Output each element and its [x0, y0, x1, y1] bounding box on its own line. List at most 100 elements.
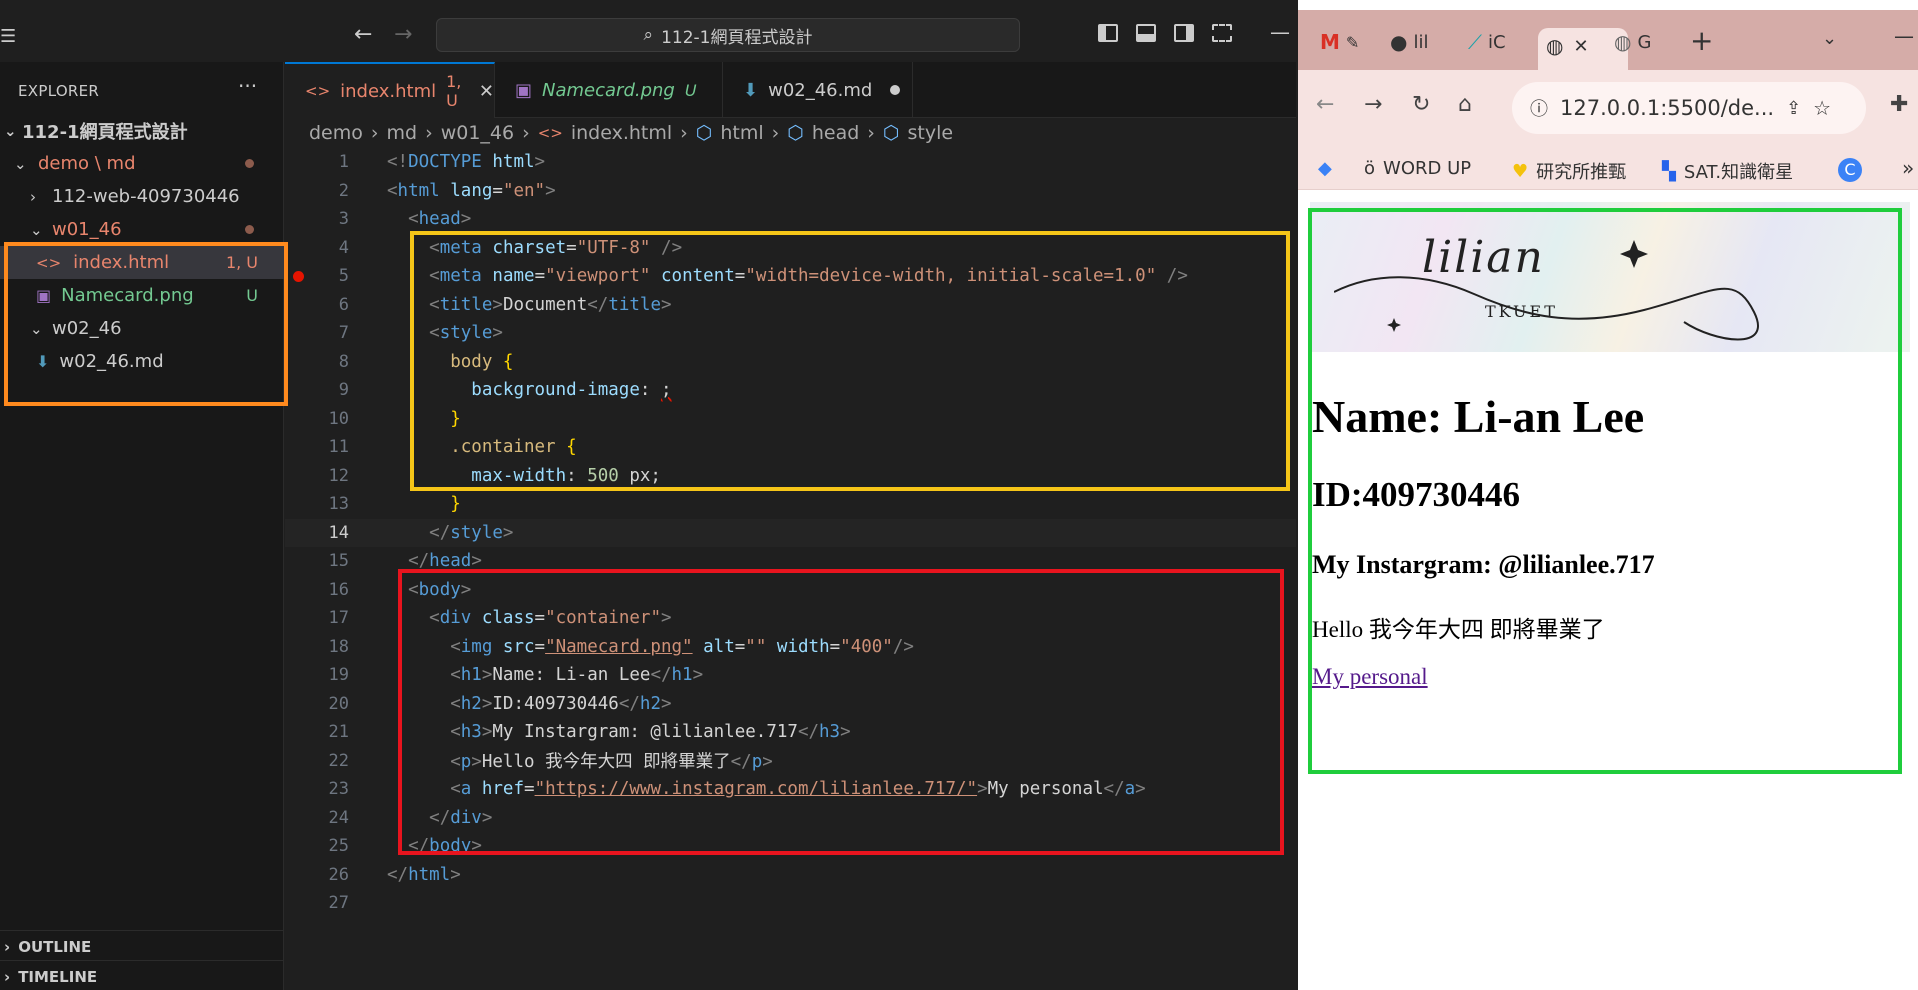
explorer-title: EXPLORER [18, 82, 100, 100]
chevron-right-icon: › [771, 122, 780, 144]
toggle-sidebar-icon[interactable] [1098, 24, 1118, 42]
reload-icon[interactable]: ↻ [1412, 92, 1430, 117]
new-tab-icon[interactable]: + [1690, 24, 1713, 57]
breadcrumb-item[interactable]: style [907, 122, 953, 144]
chevron-down-icon: ⌄ [4, 121, 17, 140]
breadcrumb-item[interactable]: md [387, 122, 418, 144]
tab-index-html[interactable]: <> index.html 1, U ✕ [285, 62, 495, 118]
breadcrumb-item[interactable]: head [812, 122, 859, 144]
bookmark-icon: ◆ [1318, 158, 1332, 179]
chevron-down-icon: ⌄ [30, 220, 43, 239]
back-arrow-icon[interactable]: ← [354, 22, 372, 47]
bookmarks-bar: ◆ ö WORD UP ♥ 研究所推甄 ▚ SAT.知識衛星 C » [1298, 146, 1918, 190]
editor-tabs: <> index.html 1, U ✕ ▣ Namecard.png U ⬇ … [285, 62, 1296, 118]
more-bookmarks-icon[interactable]: » [1902, 156, 1914, 180]
breadcrumb-item[interactable]: index.html [571, 122, 672, 144]
address-bar[interactable]: ⓘ 127.0.0.1:5500/de... ⇪ ☆ [1512, 82, 1866, 134]
forward-arrow-icon[interactable]: → [394, 22, 412, 47]
bookmark-item[interactable]: ▚ SAT.知識衛星 [1662, 158, 1793, 184]
close-icon[interactable]: ✕ [1573, 36, 1588, 57]
home-icon[interactable]: ⌂ [1458, 92, 1472, 117]
gmail-icon: M [1320, 30, 1340, 54]
chevron-right-icon: › [4, 967, 11, 986]
chevron-right-icon: › [4, 937, 11, 956]
customize-layout-icon[interactable] [1212, 24, 1232, 42]
annotation-box-orange [4, 242, 288, 406]
modified-dot [245, 159, 254, 168]
markdown-file-icon: ⬇ [743, 79, 759, 101]
breadcrumb-item[interactable]: html [720, 122, 763, 144]
chevron-down-icon: ⌄ [14, 154, 27, 173]
toggle-secondary-sidebar-icon[interactable] [1174, 24, 1194, 42]
browser-tab-gmail[interactable]: M ✎ [1320, 24, 1359, 60]
html-file-icon: <> [305, 82, 331, 100]
unsaved-dot [890, 85, 901, 95]
breadcrumb: demo › md › w01_46 › <> index.html › ⬡ html ›… [285, 118, 1296, 148]
bookmark-star-icon[interactable]: ☆ [1813, 96, 1831, 120]
annotation-box-yellow [410, 231, 1290, 491]
chevron-right-icon: › [30, 187, 36, 206]
image-file-icon: ▣ [515, 79, 533, 101]
code-line: 26 </html> [328, 864, 461, 885]
breadcrumb-item[interactable]: demo [309, 122, 363, 144]
annotation-box-green [1308, 208, 1902, 774]
timeline-section[interactable]: › TIMELINE [0, 960, 284, 990]
vscode-window: ☰ ← → ⌕ 112-1網頁程式設計 — EXPLORER ··· ⌄ 112… [0, 0, 1296, 990]
symbol-icon: ⬡ [695, 122, 713, 144]
browser-tab-g[interactable]: ◍ G [1614, 24, 1651, 60]
browser-tab-current[interactable]: ◍ ✕ [1546, 28, 1589, 64]
code-line: 27 [328, 893, 349, 914]
canva-icon: C [1838, 158, 1862, 182]
share-icon[interactable]: ⇪ [1786, 98, 1801, 119]
tab-w02-md[interactable]: ⬇ w02_46.md [723, 62, 913, 118]
app-icon: ⟋ [1468, 30, 1482, 54]
chevron-right-icon: › [680, 122, 688, 144]
code-line: 13 } [328, 494, 461, 515]
browser-toolbar: ← → ↻ ⌂ ⓘ 127.0.0.1:5500/de... ⇪ ☆ ✚ [1298, 70, 1918, 146]
minimize-icon[interactable]: — [1270, 20, 1290, 44]
title-bar: ☰ ← → ⌕ 112-1網頁程式設計 — [0, 12, 1296, 62]
code-line-current: 14 </style> [285, 518, 1296, 547]
tab-search-icon[interactable]: ⌄ [1822, 28, 1837, 49]
html-file-icon: <> [537, 124, 563, 142]
screen: ☰ ← → ⌕ 112-1網頁程式設計 — EXPLORER ··· ⌄ 112… [0, 0, 1918, 990]
folder-112-web[interactable]: › 112-web-409730446 [0, 180, 284, 213]
explorer-sidebar: EXPLORER ··· ⌄ 112-1網頁程式設計 ⌄ demo \ md ›… [0, 62, 284, 990]
folder-demo-md[interactable]: ⌄ demo \ md [0, 147, 284, 180]
more-actions-icon[interactable]: ··· [238, 74, 257, 98]
browser-tab-bar: M ✎ ● lil ⟋ iC ◍ ✕ ◍ G + ⌄ — [1298, 10, 1918, 70]
code-line: 3 <head> [338, 209, 472, 230]
back-icon[interactable]: ← [1316, 92, 1334, 117]
code-line: 1 <!DOCTYPE html> [338, 152, 546, 173]
bookmark-item[interactable]: ö WORD UP [1364, 158, 1471, 179]
browser-tab-github[interactable]: ● lil [1390, 24, 1428, 60]
minimize-icon[interactable]: — [1894, 24, 1914, 48]
chevron-right-icon: › [867, 122, 875, 144]
bookmark-item[interactable]: ◆ [1318, 158, 1332, 179]
toggle-panel-icon[interactable] [1136, 24, 1156, 42]
github-icon: ● [1390, 30, 1408, 54]
browser-tab-ic[interactable]: ⟋ iC [1468, 24, 1506, 60]
info-icon: ⓘ [1530, 99, 1548, 120]
browser-window: M ✎ ● lil ⟋ iC ◍ ✕ ◍ G + ⌄ — ← → ↻ ⌂ ⓘ 1… [1296, 0, 1918, 990]
mute-icon: ✎ [1345, 32, 1360, 52]
close-icon[interactable]: ✕ [479, 81, 494, 102]
url-text: 127.0.0.1:5500/de... [1560, 96, 1775, 120]
menu-icon[interactable]: ☰ [0, 26, 16, 47]
code-line: 2 <html lang="en"> [338, 180, 556, 201]
outline-section[interactable]: › OUTLINE [0, 930, 284, 962]
workspace-root[interactable]: ⌄ 112-1網頁程式設計 [0, 114, 284, 147]
bookmark-icon: ▚ [1662, 160, 1676, 182]
bookmark-item[interactable]: C [1838, 158, 1862, 182]
symbol-icon: ⬡ [882, 122, 900, 144]
bookmark-item[interactable]: ♥ 研究所推甄 [1512, 158, 1626, 184]
command-center[interactable]: ⌕ 112-1網頁程式設計 [436, 18, 1020, 52]
globe-icon: ◍ [1614, 30, 1632, 54]
search-icon: ⌕ [643, 25, 654, 45]
extensions-icon[interactable]: ✚ [1890, 92, 1908, 117]
annotation-box-red [398, 569, 1284, 855]
chevron-right-icon: › [370, 122, 379, 144]
forward-icon[interactable]: → [1364, 92, 1382, 117]
breadcrumb-item[interactable]: w01_46 [441, 122, 514, 144]
tab-namecard-png[interactable]: ▣ Namecard.png U [495, 62, 723, 118]
